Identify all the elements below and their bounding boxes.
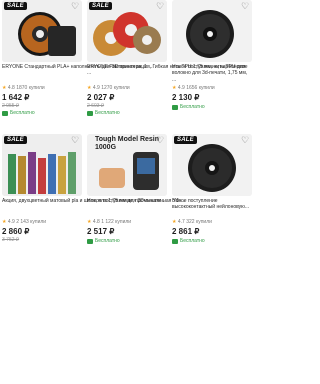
- sold-count: 1270 купили: [101, 85, 130, 91]
- sale-badge: SALE: [4, 136, 27, 144]
- carbon-fiber-spool-image: [172, 0, 252, 62]
- shipping-label: Бесплатно: [95, 110, 120, 116]
- shipping-info: Бесплатно: [87, 238, 185, 245]
- price: 2 130 ₽: [172, 93, 200, 102]
- favorite-heart-icon[interactable]: ♡: [241, 136, 250, 145]
- shipping-info: Бесплатно: [172, 238, 252, 245]
- favorite-heart-icon[interactable]: ♡: [241, 2, 250, 11]
- sold-count: 1 122 купили: [101, 219, 132, 225]
- rating-value: 4.9: [7, 219, 15, 225]
- truck-icon: [2, 111, 8, 116]
- product-image[interactable]: Tough Model Resin 1000G ♡: [87, 134, 167, 196]
- product-grid: SALE ♡ ERYONE Стандартный PLA+ наполните…: [0, 0, 252, 250]
- sold-count: 1656 купили: [186, 85, 215, 91]
- sold-count: 2 143 купили: [16, 219, 47, 225]
- product-card-5[interactable]: Tough Model Resin 1000G ♡ Новое поступле…: [87, 134, 185, 384]
- star-icon: ★: [87, 219, 92, 225]
- star-icon: ★: [2, 219, 7, 225]
- shipping-info: Бесплатно: [172, 104, 252, 111]
- favorite-heart-icon[interactable]: ♡: [71, 2, 80, 11]
- product-image[interactable]: SALE ♡: [2, 134, 82, 196]
- product-image[interactable]: SALE ♡: [87, 0, 167, 62]
- rating-value: 4.9: [177, 85, 185, 91]
- sale-badge: SALE: [174, 136, 197, 144]
- star-icon: ★: [87, 85, 92, 91]
- product-title[interactable]: Новое поступление, промышленная УФ-...: [87, 198, 185, 217]
- shipping-label: Бесплатно: [10, 110, 35, 116]
- price: 2 517 ₽: [87, 227, 115, 236]
- star-icon: ★: [172, 219, 177, 225]
- star-icon: ★: [172, 85, 177, 91]
- product-title[interactable]: Новое поступление высококонтактный нейло…: [172, 198, 252, 217]
- product-image[interactable]: SALE ♡: [172, 134, 252, 196]
- truck-icon: [172, 239, 178, 244]
- sold-count: 322 купили: [186, 219, 212, 225]
- rating-row: ★ 4.8 1 122 купили: [87, 219, 185, 226]
- favorite-heart-icon[interactable]: ♡: [71, 136, 80, 145]
- shipping-label: Бесплатно: [180, 104, 205, 110]
- rating-value: 4.8: [7, 85, 15, 91]
- shipping-label: Бесплатно: [180, 238, 205, 244]
- favorite-heart-icon[interactable]: ♡: [156, 2, 165, 11]
- star-icon: ★: [2, 85, 7, 91]
- truck-icon: [87, 239, 93, 244]
- product-image[interactable]: SALE ♡: [2, 0, 82, 62]
- rating-row: ★ 4.7 322 купили: [172, 219, 252, 226]
- truck-icon: [87, 111, 93, 116]
- favorite-heart-icon[interactable]: ♡: [156, 136, 165, 145]
- rating-value: 4.7: [177, 219, 185, 225]
- rating-value: 4.9: [92, 85, 100, 91]
- rating-value: 4.8: [92, 219, 100, 225]
- product-title[interactable]: Новое поступление, карбоновое волокно дл…: [172, 64, 252, 83]
- truck-icon: [172, 105, 178, 110]
- sale-badge: SALE: [89, 2, 112, 10]
- price: 2 861 ₽: [172, 227, 200, 236]
- sale-badge: SALE: [4, 2, 27, 10]
- shipping-label: Бесплатно: [95, 238, 120, 244]
- sold-count: 1870 купили: [16, 85, 45, 91]
- product-image[interactable]: ♡: [172, 0, 252, 62]
- product-card-6[interactable]: SALE ♡ Новое поступление высококонтактны…: [172, 134, 252, 384]
- rating-row: ★ 4.9 1656 купили: [172, 85, 252, 92]
